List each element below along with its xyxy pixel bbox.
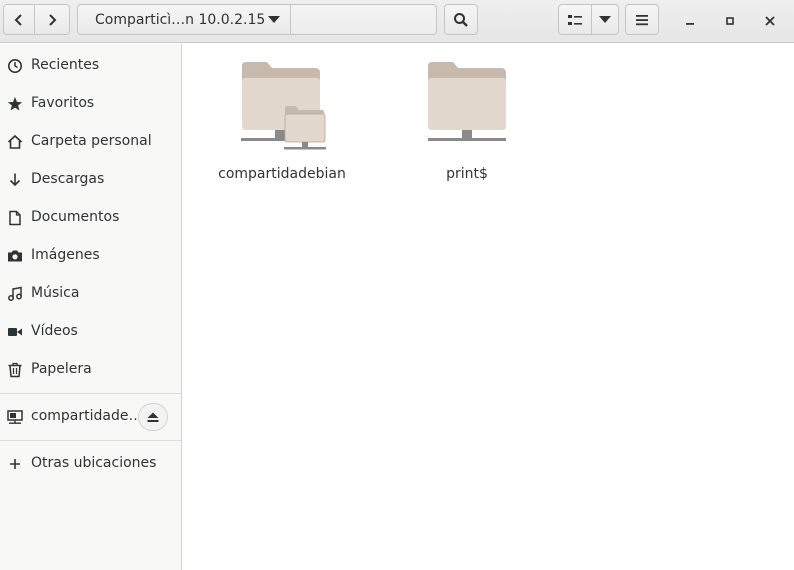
sidebar-item-label: Imágenes (31, 247, 100, 263)
sidebar-item-label: Descargas (31, 171, 105, 187)
close-button[interactable] (756, 8, 784, 34)
file-view: compartidadebian print$ (183, 44, 794, 570)
file-item[interactable]: print$ (402, 56, 532, 186)
path-bar-empty[interactable] (290, 4, 437, 35)
download-icon (9, 173, 21, 187)
view-options-button[interactable] (591, 4, 619, 35)
sidebar-item-label: compartidade… (31, 408, 143, 424)
list-view-icon (568, 14, 582, 25)
hamburger-menu-icon (636, 14, 648, 25)
path-bar-location-button[interactable]: Comparticì…n 10.0.2.15 (77, 4, 291, 35)
header-bar: Comparticì…n 10.0.2.15 (0, 0, 794, 43)
view-toggle-button[interactable] (558, 4, 592, 35)
eject-icon (147, 412, 159, 422)
go-next-icon (49, 13, 57, 26)
search-icon (454, 12, 468, 27)
search-button[interactable] (444, 4, 478, 35)
home-icon (7, 134, 23, 149)
sidebar-separator (0, 393, 181, 394)
sidebar-item-recientes[interactable]: Recientes (0, 47, 181, 85)
minimize-icon (686, 23, 694, 25)
maximize-icon (726, 17, 734, 25)
sidebar-item-documentos[interactable]: Documentos (0, 199, 181, 237)
path-label: Comparticì…n 10.0.2.15 (95, 11, 266, 28)
video-icon (8, 328, 22, 336)
chevron-down-icon (268, 16, 280, 23)
back-button[interactable] (3, 4, 35, 35)
go-previous-icon (14, 13, 22, 26)
sidebar-item-label: Música (31, 285, 80, 301)
sidebar: Recientes Favoritos Carpeta personal Des… (0, 44, 182, 570)
sidebar-item-imagenes[interactable]: Imágenes (0, 237, 181, 275)
sidebar-item-descargas[interactable]: Descargas (0, 161, 181, 199)
network-folder-icon (7, 410, 23, 424)
file-name: compartidadebian (218, 166, 346, 182)
sidebar-item-carpeta-personal[interactable]: Carpeta personal (0, 123, 181, 161)
clock-icon (8, 59, 22, 73)
sidebar-item-label: Otras ubicaciones (31, 455, 157, 471)
sidebar-item-mount-compartidadebian[interactable]: compartidade… (0, 398, 181, 436)
plus-icon (10, 459, 20, 469)
minimize-button[interactable] (676, 8, 704, 34)
star-icon (7, 97, 23, 111)
main-menu-button[interactable] (625, 4, 659, 35)
sidebar-item-favoritos[interactable]: Favoritos (0, 85, 181, 123)
chevron-down-icon (599, 15, 611, 23)
eject-button[interactable] (138, 403, 168, 431)
sidebar-item-label: Carpeta personal (31, 133, 152, 149)
maximize-button[interactable] (716, 8, 744, 34)
sidebar-item-videos[interactable]: Vídeos (0, 313, 181, 351)
document-icon (9, 210, 21, 226)
close-icon (765, 16, 775, 26)
sidebar-item-label: Recientes (31, 57, 100, 73)
music-icon (8, 286, 22, 301)
sidebar-item-label: Documentos (31, 209, 120, 225)
file-item[interactable]: compartidadebian (217, 56, 347, 186)
trash-icon (8, 362, 22, 378)
network-share-folder-icon (241, 62, 326, 150)
network-share-folder-icon (428, 62, 506, 141)
sidebar-item-label: Papelera (31, 361, 92, 377)
sidebar-item-label: Vídeos (31, 323, 78, 339)
camera-icon (8, 250, 22, 262)
sidebar-item-otras-ubicaciones[interactable]: Otras ubicaciones (0, 445, 181, 483)
file-name: print$ (446, 166, 488, 182)
sidebar-separator (0, 440, 181, 441)
forward-button[interactable] (34, 4, 70, 35)
sidebar-item-musica[interactable]: Música (0, 275, 181, 313)
sidebar-item-papelera[interactable]: Papelera (0, 351, 181, 389)
sidebar-item-label: Favoritos (31, 95, 95, 111)
